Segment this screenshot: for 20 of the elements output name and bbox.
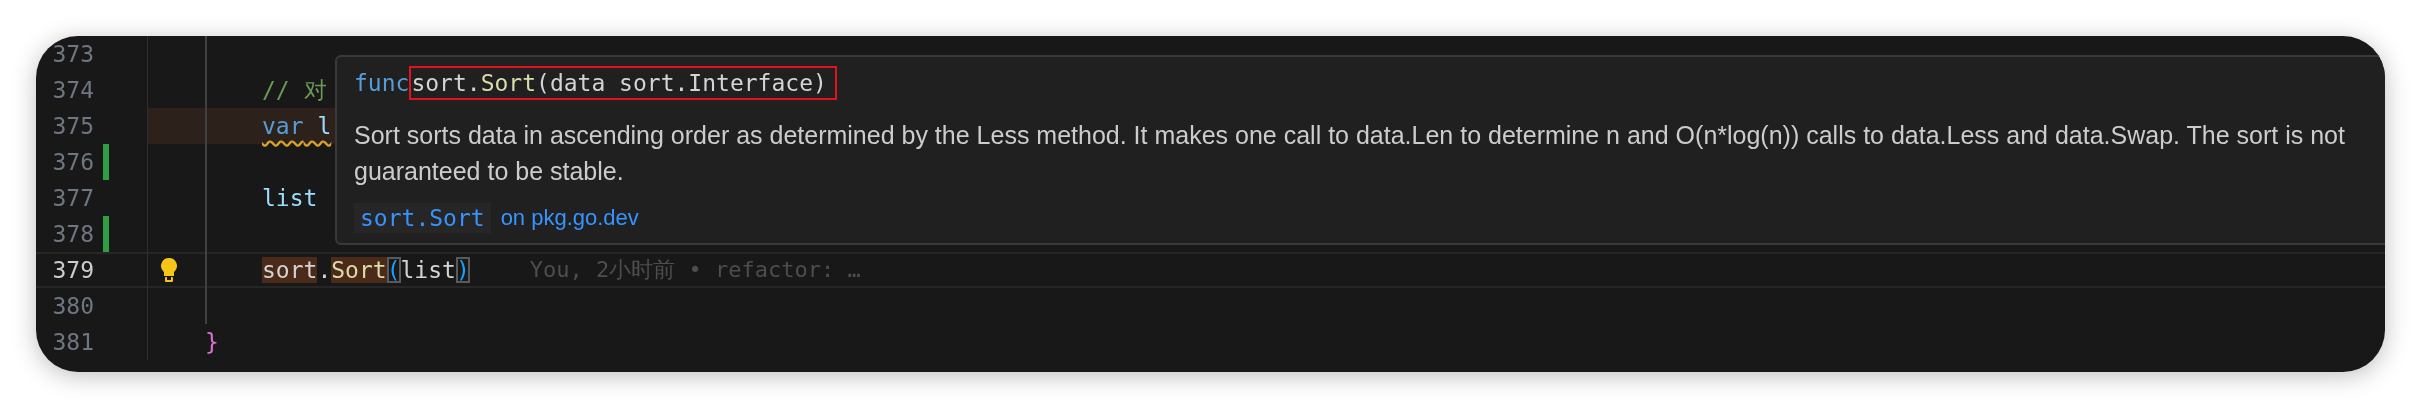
code-text: list <box>262 185 318 211</box>
line-number: 375 <box>51 113 94 139</box>
signature-keyword: func <box>354 70 410 96</box>
line-number: 377 <box>51 185 94 211</box>
symbol-link[interactable]: sort.Sort <box>354 203 491 233</box>
code-text: sort.Sort(list) <box>262 257 470 283</box>
code-text: } <box>205 329 219 355</box>
line-number: 376 <box>51 149 94 175</box>
code-text: // 对 <box>262 75 327 105</box>
function-signature: sort.Sort(data sort.Interface) <box>409 66 837 100</box>
line-number: 374 <box>51 77 94 103</box>
code-text: var l <box>262 113 332 139</box>
lightbulb-icon[interactable] <box>160 257 178 283</box>
description-text: Sort sorts data in ascending order as determined by the Less method. It makes one call to data.Len to determine n and O(n*log(n)) calls to data.Less and data.Swap. The sort is not guaranteed to be stable. <box>354 120 2346 187</box>
line-number: 378 <box>51 221 94 247</box>
line-number: 379 <box>51 257 94 283</box>
docs-link[interactable]: on pkg.go.dev <box>500 205 639 231</box>
line-number: 380 <box>51 293 94 319</box>
line-number: 373 <box>51 41 94 67</box>
line-number: 381 <box>51 329 94 355</box>
